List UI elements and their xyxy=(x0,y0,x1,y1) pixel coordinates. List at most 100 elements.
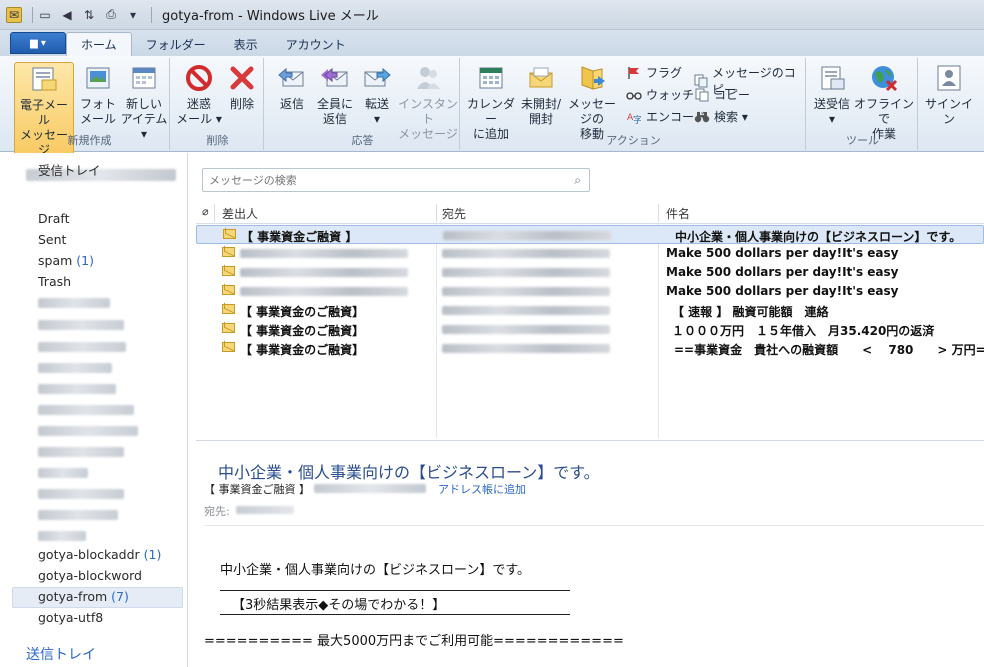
app-icon[interactable]: ✉ xyxy=(6,6,22,23)
unread-read-button[interactable]: 未開封/ 開封 xyxy=(518,62,564,127)
folder-spam-count: (1) xyxy=(76,253,94,268)
message-row[interactable]: 【 事業資金のご融資】 ==事業資金 貴社への融資額 < 780 > 万円= xyxy=(196,339,984,358)
column-header-from[interactable]: 差出人 xyxy=(222,205,258,222)
sender-redacted xyxy=(240,268,408,277)
folder-redacted[interactable] xyxy=(38,298,110,308)
folder-redacted[interactable] xyxy=(38,531,86,541)
envelope-icon xyxy=(222,285,235,295)
new-items-label-1: 新しい xyxy=(125,97,162,111)
add-to-address-book-link[interactable]: アドレス帳に追加 xyxy=(438,481,526,497)
message-row[interactable]: 【 事業資金ご融資 】 中小企業・個人事業向けの【ビジネスローン】です。 xyxy=(196,225,984,244)
folder-redacted[interactable] xyxy=(38,320,124,330)
customize-chevron-icon[interactable]: ▾ xyxy=(125,7,141,23)
folder-redacted[interactable] xyxy=(38,405,134,415)
watch-button[interactable]: ウォッチ xyxy=(626,86,694,103)
message-row[interactable]: 【 事業資金のご融資】 １０００万円 １５年借入 月35.420円の返済 xyxy=(196,320,984,339)
folder-pane: 受信トレイ Draft Sent spam (1) Trash gotya-bl… xyxy=(0,153,188,667)
folder-inbox-label: 受信トレイ xyxy=(38,163,101,178)
junk-mail-button[interactable]: 迷惑 メール ▾ xyxy=(176,62,222,127)
message-from: 【 事業資金ご融資 】 xyxy=(241,230,358,244)
send-receive-button[interactable]: 送受信 ▾ xyxy=(812,62,852,127)
folder-redacted[interactable] xyxy=(38,384,116,394)
group-actions-label: アクション xyxy=(606,134,661,147)
message-row[interactable]: Make 500 dollars per day!It's easy xyxy=(196,244,984,263)
tab-view[interactable]: 表示 xyxy=(220,32,272,56)
message-subject: 中小企業・個人事業向けの【ビジネスローン】です。 xyxy=(675,230,962,244)
folder-trash[interactable]: Trash xyxy=(38,272,71,292)
folder-draft[interactable]: Draft xyxy=(38,209,70,229)
forward-button[interactable]: 転送 ▾ xyxy=(358,62,396,127)
search-input[interactable] xyxy=(209,170,559,190)
copy-icon xyxy=(694,87,710,103)
watch-label: ウォッチ xyxy=(646,88,695,102)
message-row[interactable]: Make 500 dollars per day!It's easy xyxy=(196,263,984,282)
group-tools: 送受信 ▾ オフラインで 作業 ツール xyxy=(808,58,918,150)
folder-gotya-from[interactable]: gotya-from (7) xyxy=(38,587,129,607)
folder-redacted[interactable] xyxy=(38,447,124,457)
separator xyxy=(151,6,152,23)
attachment-column-icon[interactable]: ⌀ xyxy=(202,205,209,218)
folder-spam-label: spam xyxy=(38,253,73,268)
move-message-button[interactable]: メッセージの 移動 xyxy=(564,62,620,142)
email-message-icon xyxy=(28,63,60,95)
folder-blockaddr-count: (1) xyxy=(143,547,162,562)
reply-icon[interactable]: ◀ xyxy=(59,7,75,23)
folder-redacted[interactable] xyxy=(38,510,118,520)
message-subject: Make 500 dollars per day!It's easy xyxy=(666,246,899,260)
tab-account[interactable]: アカウント xyxy=(272,32,360,56)
add-to-calendar-button[interactable]: カレンダー に追加 xyxy=(466,62,516,142)
move-message-label-1: メッセージの xyxy=(567,97,616,126)
folder-outbox[interactable]: 送信トレイ xyxy=(26,644,96,664)
folder-blockword-label: gotya-blockword xyxy=(38,568,142,583)
search-icon[interactable]: ⌕ xyxy=(574,173,581,188)
send-receive-icon xyxy=(816,62,848,94)
junk-block-icon xyxy=(183,62,215,94)
send-receive-icon[interactable]: ⇅ xyxy=(81,7,97,23)
tab-folder[interactable]: フォルダー xyxy=(132,32,220,56)
reply-all-button[interactable]: 全員に 返信 xyxy=(314,62,356,127)
folder-redacted[interactable] xyxy=(38,426,138,436)
folder-redacted[interactable] xyxy=(38,489,124,499)
find-button[interactable]: 検索 ▾ xyxy=(694,108,748,125)
work-offline-button[interactable]: オフラインで 作業 xyxy=(854,62,914,142)
delete-x-icon xyxy=(226,62,258,94)
copy-button[interactable]: コピー xyxy=(694,86,750,103)
tab-home[interactable]: ホーム xyxy=(66,32,132,56)
file-menu-button[interactable]: ▆ ▾ xyxy=(10,32,66,54)
body-rule xyxy=(220,590,570,591)
folder-redacted[interactable] xyxy=(38,363,112,373)
folder-sent[interactable]: Sent xyxy=(38,230,66,250)
new-icon[interactable]: ▭ xyxy=(37,7,53,23)
folder-from-count: (7) xyxy=(111,589,129,604)
body-line-2: 【3秒結果表示◆その場でわかる！】 xyxy=(232,598,446,613)
flag-button[interactable]: フラグ xyxy=(626,64,682,81)
folder-gotya-blockword[interactable]: gotya-blockword xyxy=(38,566,142,586)
message-row[interactable]: 【 事業資金のご融資】 【 速報 】 融資可能額 連絡 xyxy=(196,301,984,320)
folder-gotya-utf8[interactable]: gotya-utf8 xyxy=(38,608,103,628)
column-divider xyxy=(214,204,215,222)
print-icon[interactable]: ⎙ xyxy=(103,7,119,23)
new-items-button[interactable]: 新しい アイテム ▾ xyxy=(120,62,168,142)
reply-button[interactable]: 返信 xyxy=(272,62,312,112)
folder-redacted[interactable] xyxy=(38,342,126,352)
find-label: 検索 ▾ xyxy=(714,110,748,124)
folder-inbox[interactable]: 受信トレイ xyxy=(38,161,101,181)
sender-redacted xyxy=(240,249,408,258)
messenger-buddy-icon xyxy=(412,62,444,94)
folder-spam[interactable]: spam (1) xyxy=(38,251,94,271)
recipient-redacted xyxy=(442,344,610,353)
photo-mail-button[interactable]: フォト メール xyxy=(80,62,116,127)
sign-in-button[interactable]: サインイン xyxy=(922,62,976,127)
header-divider xyxy=(204,525,984,526)
delete-button[interactable]: 削除 xyxy=(224,62,260,112)
message-row[interactable]: Make 500 dollars per day!It's easy xyxy=(196,282,984,301)
folder-gotya-blockaddr[interactable]: gotya-blockaddr (1) xyxy=(38,545,161,565)
instant-message-button[interactable]: インスタント メッセージ xyxy=(398,62,458,142)
column-header-subject[interactable]: 件名 xyxy=(666,205,690,222)
folder-blockaddr-label: gotya-blockaddr xyxy=(38,547,140,562)
folder-trash-label: Trash xyxy=(38,274,72,289)
column-header-to[interactable]: 宛先 xyxy=(442,205,466,222)
folder-redacted[interactable] xyxy=(38,468,88,478)
sign-in-label: サインイン xyxy=(924,97,973,126)
message-from: 【 事業資金のご融資】 xyxy=(240,305,365,319)
